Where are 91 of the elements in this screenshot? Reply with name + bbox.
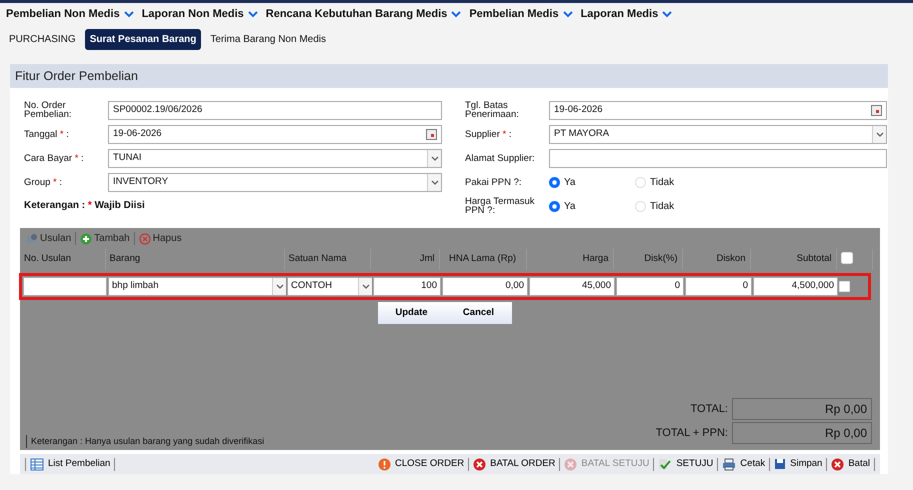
chevron-down-icon	[248, 10, 258, 18]
toolbar-button[interactable]: Usulan	[26, 231, 72, 246]
field-label: Harga Termasuk PPN ?:	[465, 196, 536, 216]
table-icon	[30, 458, 44, 471]
warning-icon	[378, 458, 391, 471]
close-icon	[564, 458, 578, 471]
chevron-down-icon	[662, 10, 672, 18]
chevron-down-icon	[451, 10, 462, 18]
grid-note: Keterangan : Hanya usulan barang yang sudah diverifikasi	[26, 434, 264, 448]
input-field[interactable]: 4,500,000	[753, 276, 838, 296]
checkmark-icon	[658, 458, 672, 471]
input-field[interactable]: SP00002.19/06/2026	[108, 100, 442, 120]
column-header: Satuan Nama	[288, 253, 347, 264]
dropdown-field[interactable]: INVENTORY	[108, 172, 442, 192]
plus-icon	[80, 232, 92, 245]
total-value: Rp 0,00	[732, 398, 872, 420]
footer-button[interactable]: Cetak	[718, 457, 770, 472]
field-label: Pakai PPN ?:	[465, 178, 522, 187]
nav-tab[interactable]: Surat Pesanan Barang	[84, 28, 202, 50]
menu-item[interactable]: Laporan Non Medis	[142, 6, 258, 22]
printer-icon	[722, 458, 736, 471]
date-field[interactable]: 19-06-2026	[108, 124, 442, 144]
column-header: Subtotal	[796, 253, 832, 264]
footer-button[interactable]: BATAL ORDER	[469, 457, 560, 472]
menu-item[interactable]: Laporan Medis	[580, 6, 672, 22]
checkbox[interactable]	[840, 252, 852, 264]
radio-label[interactable]: Tidak	[650, 198, 674, 214]
field-label: No. Order Pembelian:	[24, 100, 73, 120]
radio-label[interactable]: Ya	[564, 174, 576, 190]
column-header: Harga	[582, 253, 608, 264]
radio-label[interactable]: Ya	[564, 198, 576, 214]
panel-title: Fitur Order Pembelian	[10, 64, 888, 88]
close-icon	[473, 458, 486, 471]
field-label: Supplier * :	[465, 130, 512, 139]
column-header: No. Usulan	[24, 253, 71, 264]
caret-icon	[276, 284, 284, 288]
footer-button[interactable]: Simpan	[770, 457, 826, 472]
radio-button[interactable]	[549, 176, 560, 188]
close-icon	[831, 458, 844, 471]
dropdown-field[interactable]: PT MAYORA	[549, 124, 887, 144]
dropdown-field[interactable]: TUNAI	[108, 148, 442, 168]
field-label: Cara Bayar * :	[24, 154, 85, 163]
field-label: Alamat Supplier:	[465, 154, 536, 163]
column-header: Diskon	[716, 253, 746, 264]
save-icon	[774, 458, 786, 470]
total-label: TOTAL + PPN:	[656, 426, 728, 441]
menu-item[interactable]: Pembelian Medis	[469, 6, 573, 22]
radio-label[interactable]: Tidak	[650, 174, 674, 190]
total-label: TOTAL:	[690, 402, 728, 417]
chevron-down-icon	[124, 10, 134, 18]
column-header: Jml	[420, 253, 434, 264]
caret-icon	[430, 180, 438, 185]
row-action-button[interactable]: Update	[378, 302, 445, 324]
input-field[interactable]: 45,000	[529, 276, 615, 296]
column-header: Barang	[110, 253, 140, 264]
footer-button[interactable]: SETUJU	[654, 457, 718, 472]
caret-icon	[430, 156, 438, 161]
checkbox[interactable]	[839, 280, 850, 292]
input-field[interactable]: 0	[616, 276, 684, 296]
column-header: HNA Lama (Rp)	[448, 253, 516, 264]
date-field[interactable]: 19-06-2026	[549, 100, 887, 120]
delete-icon	[138, 232, 151, 245]
caret-icon	[876, 132, 884, 137]
nav-tab[interactable]: PURCHASING	[4, 28, 81, 50]
input-field[interactable]: 0	[685, 276, 752, 296]
dropdown-field[interactable]: bhp limbah	[108, 276, 286, 296]
toolbar-button[interactable]: Hapus	[138, 231, 182, 246]
toolbar-button[interactable]: Tambah	[80, 231, 130, 246]
input-field[interactable]	[549, 148, 887, 168]
column-header: Disk(%)	[644, 253, 678, 264]
field-label: Tanggal * :	[24, 130, 70, 139]
field-label: Tgl. Batas Penerimaan:	[465, 100, 520, 120]
total-value: Rp 0,00	[732, 422, 872, 444]
chevron-down-icon	[562, 10, 573, 18]
calendar-icon	[426, 128, 437, 140]
row-action-button[interactable]: Cancel	[445, 302, 512, 324]
caret-icon	[362, 284, 370, 288]
footer-button[interactable]: List Pembelian	[26, 457, 114, 472]
footer-button[interactable]: Batal	[827, 457, 874, 472]
required-note: Keterangan : * Wajib Diisi	[24, 199, 146, 214]
input-field[interactable]	[23, 276, 107, 296]
menu-item[interactable]: Pembelian Non Medis	[6, 6, 134, 22]
radio-button[interactable]	[549, 200, 560, 212]
footer-button[interactable]: CLOSE ORDER	[374, 457, 468, 472]
dropdown-field[interactable]: CONTOH	[287, 276, 372, 296]
input-field[interactable]: 100	[373, 276, 441, 296]
nav-tab[interactable]: Terima Barang Non Medis	[205, 28, 332, 50]
input-field[interactable]: 0,00	[442, 276, 528, 296]
field-label: Group * :	[24, 178, 64, 187]
calendar-icon	[871, 104, 882, 116]
menu-item[interactable]: Rencana Kebutuhan Barang Medis	[266, 6, 462, 22]
